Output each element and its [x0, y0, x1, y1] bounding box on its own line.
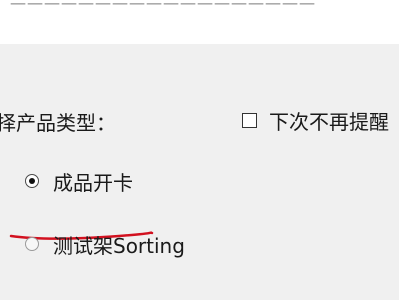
radio-option-test-rack[interactable]: 测试架Sorting: [25, 230, 185, 259]
dont-remind-checkbox[interactable]: 下次不再提醒: [242, 106, 389, 135]
product-type-prompt: 择产品类型：: [0, 111, 116, 135]
dont-remind-label[interactable]: 下次不再提醒: [269, 106, 389, 135]
radio-button[interactable]: [25, 237, 39, 251]
checkbox-box[interactable]: [242, 112, 257, 128]
cropped-header-text: 一一一一一一一一一一一一一一一一一一: [10, 0, 317, 14]
dialog-content: 择产品类型： 下次不再提醒 成品开卡 测试架Sorting: [0, 44, 399, 300]
radio-label-test-rack[interactable]: 测试架Sorting: [53, 230, 185, 259]
radio-button-selected[interactable]: [25, 174, 39, 188]
radio-option-finished-product[interactable]: 成品开卡: [25, 167, 133, 196]
window-top-strip: 一一一一一一一一一一一一一一一一一一: [0, 0, 399, 44]
radio-label-finished-product[interactable]: 成品开卡: [53, 167, 133, 196]
